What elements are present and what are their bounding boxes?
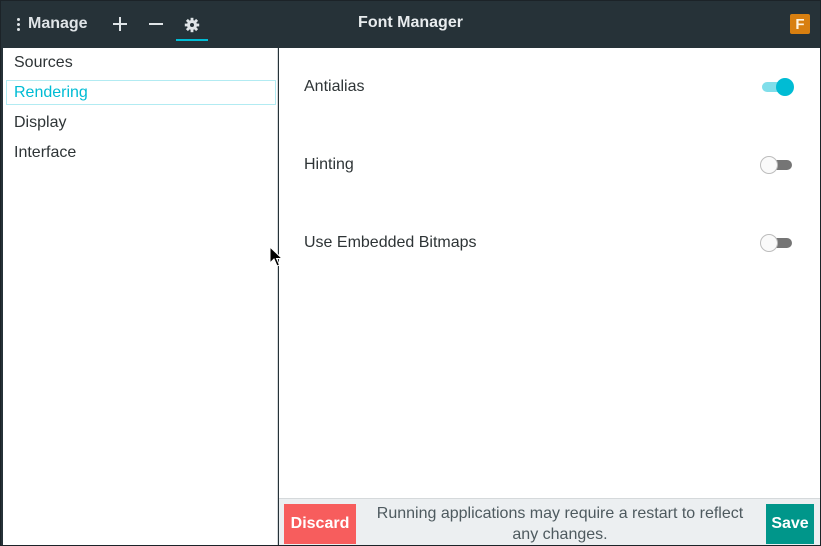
save-button[interactable]: Save [766, 504, 814, 544]
setting-label: Antialias [304, 78, 365, 95]
sidebar-item-label: Interface [14, 143, 77, 161]
sidebar-item-display[interactable]: Display [6, 110, 276, 135]
sidebar: Sources Rendering Display Interface [3, 48, 278, 545]
rendering-settings-panel: Antialias Hinting Use Embedded Bitmaps [279, 48, 820, 498]
sidebar-item-label: Display [14, 113, 67, 131]
setting-label: Use Embedded Bitmaps [304, 234, 477, 251]
sidebar-item-label: Rendering [14, 83, 88, 101]
remove-button[interactable] [142, 11, 170, 37]
sidebar-item-rendering[interactable]: Rendering [6, 80, 276, 105]
sidebar-item-label: Sources [14, 53, 73, 71]
app-window: Manage Font Manager F Sources Rendering … [0, 0, 821, 546]
embedded-bitmaps-switch[interactable] [760, 234, 794, 252]
sidebar-item-sources[interactable]: Sources [6, 50, 276, 75]
setting-label: Hinting [304, 156, 354, 173]
hinting-switch[interactable] [760, 156, 794, 174]
add-button[interactable] [106, 11, 134, 37]
manage-menu-label: Manage [28, 15, 88, 32]
discard-button[interactable]: Discard [284, 504, 356, 544]
header-bar: Manage Font Manager F [1, 1, 820, 47]
antialias-switch[interactable] [760, 78, 794, 96]
mouse-pointer-icon [269, 246, 283, 267]
menu-dots-icon [11, 17, 25, 31]
setting-row-antialias: Antialias [304, 72, 794, 102]
sidebar-item-interface[interactable]: Interface [6, 140, 276, 165]
setting-row-hinting: Hinting [304, 150, 794, 180]
manage-menu-button[interactable]: Manage [11, 11, 88, 37]
gear-icon [184, 17, 200, 33]
app-logo-icon: F [790, 14, 810, 34]
action-bar: Discard Running applications may require… [279, 498, 820, 545]
plus-icon [113, 17, 127, 31]
setting-row-embedded-bitmaps: Use Embedded Bitmaps [304, 228, 794, 258]
preferences-button[interactable] [176, 11, 208, 41]
minus-icon [149, 23, 163, 25]
restart-notice: Running applications may require a resta… [376, 505, 744, 543]
